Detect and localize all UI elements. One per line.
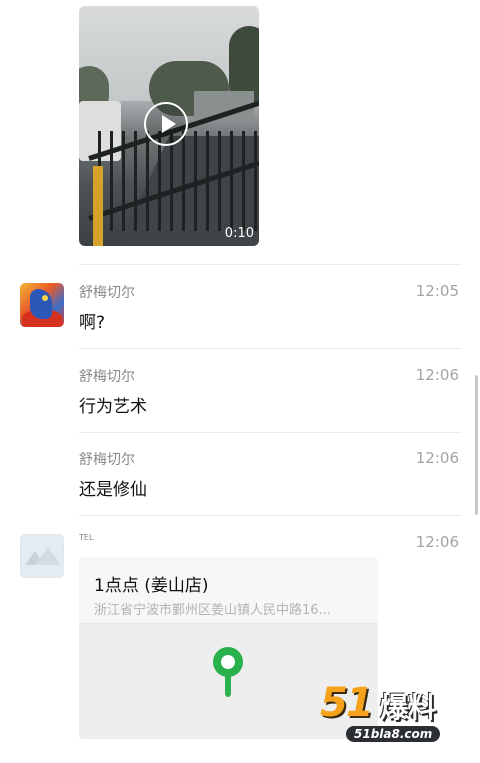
avatar[interactable] [20,283,64,327]
watermark-logo: 51 爆料 51bla8.com [316,680,476,750]
avatar[interactable] [20,534,64,578]
location-title: 1点点 (姜山店) [94,576,209,596]
message-divider [79,348,461,349]
message-time: 12:06 [415,449,459,467]
message-text[interactable]: 还是修仙 [79,475,147,500]
message-time: 12:05 [415,282,459,300]
message-divider [79,515,461,516]
message-time: 12:06 [415,366,459,384]
scrollbar[interactable] [475,375,478,515]
play-icon[interactable] [144,102,188,146]
message-time: 12:06 [415,533,459,551]
map-pin-icon [213,647,243,677]
sender-name: 舒梅切尔 [79,285,135,301]
sender-name: TEL [79,533,94,542]
message-text[interactable]: 行为艺术 [79,392,147,417]
sender-name: 舒梅切尔 [79,452,135,468]
location-address: 浙江省宁波市鄞州区姜山镇人民中路16... [94,603,331,618]
message-divider [79,264,461,265]
message-divider [79,432,461,433]
video-duration: 0:10 [224,226,254,241]
sender-name: 舒梅切尔 [79,369,135,385]
message-text[interactable]: 啊? [79,308,105,333]
